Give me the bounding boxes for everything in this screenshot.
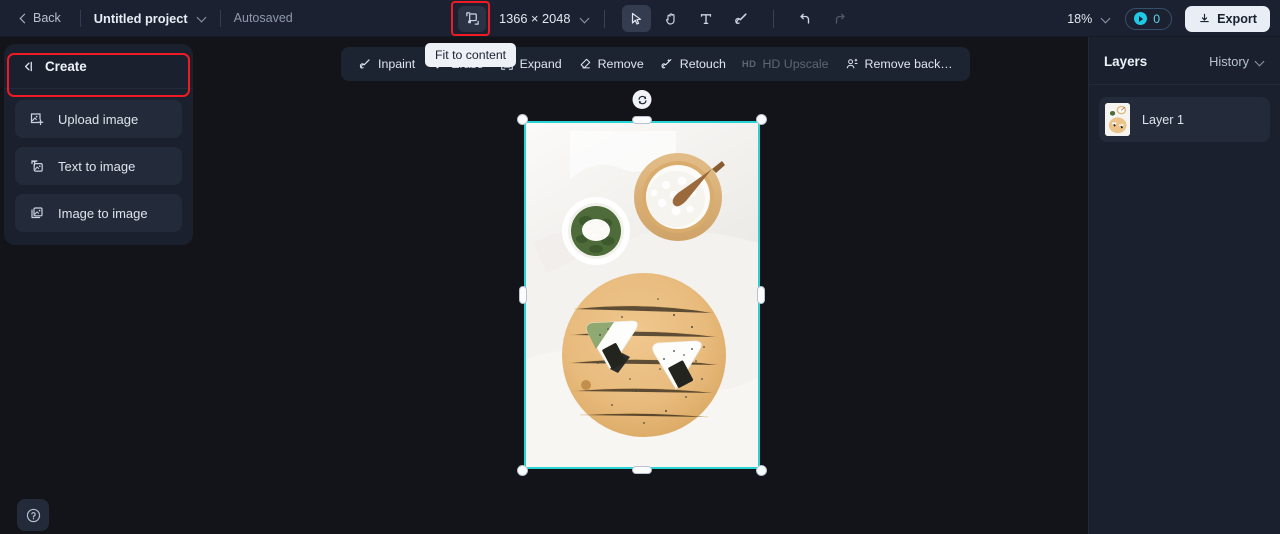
resize-handle-bottom-right[interactable]	[756, 465, 767, 476]
toolbar-item-retouch[interactable]: Retouch	[652, 51, 734, 77]
toolbar-item-hd-upscale: HD HD Upscale	[734, 51, 837, 77]
toolbar-item-label: Inpaint	[378, 57, 416, 71]
history-dropdown[interactable]: History	[1209, 54, 1265, 69]
toolbar-item-label: Retouch	[679, 57, 726, 71]
divider	[219, 9, 221, 27]
text-tool-button[interactable]	[692, 5, 721, 32]
image-to-image-icon	[31, 207, 43, 219]
text-to-image-icon	[31, 160, 43, 172]
sidebar-item-label: Upload image	[58, 111, 139, 127]
rotate-handle[interactable]	[632, 90, 652, 109]
redo-icon	[835, 13, 845, 24]
rotate-handle-icon	[637, 95, 647, 104]
resize-handle-bottom-left[interactable]	[517, 465, 528, 476]
resize-handle-top[interactable]	[632, 116, 652, 124]
remove-background-icon	[846, 58, 858, 69]
resize-handle-top-left[interactable]	[517, 114, 528, 125]
select-tool-button[interactable]	[621, 5, 651, 32]
fit-to-content-tooltip: Fit to content	[425, 43, 517, 67]
toolbar-item-label: Remove	[597, 57, 644, 71]
app-root: Back Untitled project Autosaved 1366 × 2…	[0, 0, 1280, 534]
sidebar-item-label: Image to image	[58, 205, 148, 221]
layers-panel: Layers History Layer 1	[1088, 37, 1280, 534]
resize-handle-top-right[interactable]	[756, 114, 767, 125]
download-icon	[1200, 13, 1209, 23]
sidebar-item-label: Text to image	[58, 158, 136, 174]
credits-badge[interactable]: 0	[1125, 7, 1173, 30]
help-button[interactable]	[17, 499, 49, 531]
header-center-group: 1366 × 2048	[452, 0, 858, 37]
back-label: Back	[33, 11, 61, 25]
toolbar-item-inpaint[interactable]: Inpaint	[350, 51, 423, 77]
food-photo	[526, 123, 758, 467]
collapse-panel-icon[interactable]	[20, 59, 35, 74]
layer-thumbnail-image	[1105, 103, 1130, 136]
fit-to-content-icon	[465, 12, 479, 25]
top-header: Back Untitled project Autosaved 1366 × 2…	[0, 0, 1280, 37]
canvas-dimensions: 1366 × 2048	[499, 11, 571, 26]
header-right-group: 18% 0 Export	[1067, 0, 1270, 37]
project-menu-chevron-down-icon[interactable]	[197, 13, 207, 23]
hand-icon	[666, 12, 675, 24]
chevron-left-icon	[18, 14, 27, 23]
help-question-icon	[26, 508, 40, 522]
create-sidebar: Create Upload image Text to image Image …	[4, 44, 193, 245]
toolbar-item-label: Remove back…	[864, 57, 953, 71]
autosaved-status: Autosaved	[233, 11, 293, 25]
pan-tool-button[interactable]	[657, 5, 686, 32]
cursor-icon	[631, 12, 642, 25]
layer-item[interactable]: Layer 1	[1099, 97, 1270, 142]
history-label: History	[1209, 54, 1249, 69]
divider	[79, 9, 81, 27]
sidebar-header: Create	[4, 44, 193, 89]
retouch-icon	[661, 58, 672, 69]
resize-handle-left[interactable]	[519, 286, 527, 304]
dimensions-chevron-down-icon[interactable]	[580, 14, 590, 24]
layers-title: Layers	[1104, 54, 1148, 69]
undo-button[interactable]	[791, 5, 820, 32]
divider	[603, 9, 605, 28]
canvas-image-layer[interactable]	[524, 121, 760, 469]
sidebar-item-upload-image[interactable]: Upload image	[15, 100, 182, 138]
redo-button[interactable]	[826, 5, 855, 32]
fit-to-content-button[interactable]	[458, 5, 486, 32]
remove-icon	[580, 58, 590, 69]
canvas-area[interactable]	[196, 37, 1086, 534]
header-left-group: Back Untitled project Autosaved	[0, 0, 293, 36]
sidebar-items: Upload image Text to image Image to imag…	[4, 89, 193, 235]
export-button[interactable]: Export	[1185, 5, 1270, 32]
sidebar-item-image-to-image[interactable]: Image to image	[15, 194, 182, 232]
divider	[772, 9, 774, 28]
brush-tool-button[interactable]	[727, 5, 756, 32]
layer-name: Layer 1	[1142, 112, 1185, 127]
credits-count: 0	[1153, 11, 1161, 26]
toolbar-item-label: Expand	[519, 57, 562, 71]
undo-icon	[800, 13, 810, 24]
layer-thumbnail	[1105, 103, 1130, 136]
selection-frame[interactable]	[517, 90, 767, 476]
history-chevron-down-icon	[1255, 57, 1265, 67]
zoom-level: 18%	[1067, 11, 1093, 26]
layers-list: Layer 1	[1089, 85, 1280, 154]
hd-upscale-icon: HD	[741, 58, 757, 70]
resize-handle-bottom[interactable]	[632, 466, 652, 474]
toolbar-item-label: HD Upscale	[762, 57, 829, 71]
coin-icon	[1134, 12, 1148, 25]
layers-panel-header: Layers History	[1089, 37, 1280, 85]
export-label: Export	[1217, 11, 1257, 26]
inpaint-icon	[359, 59, 370, 69]
zoom-chevron-down-icon[interactable]	[1101, 14, 1111, 24]
sidebar-item-text-to-image[interactable]: Text to image	[15, 147, 182, 185]
text-t-icon	[700, 13, 712, 24]
upload-image-icon	[30, 113, 44, 126]
sidebar-title: Create	[45, 59, 87, 74]
toolbar-item-remove-background[interactable]: Remove back…	[837, 51, 961, 77]
project-name: Untitled project	[93, 10, 188, 26]
back-button[interactable]: Back	[12, 7, 67, 29]
toolbar-item-remove[interactable]: Remove	[570, 51, 652, 77]
brush-icon	[735, 12, 747, 24]
resize-handle-right[interactable]	[757, 286, 765, 304]
